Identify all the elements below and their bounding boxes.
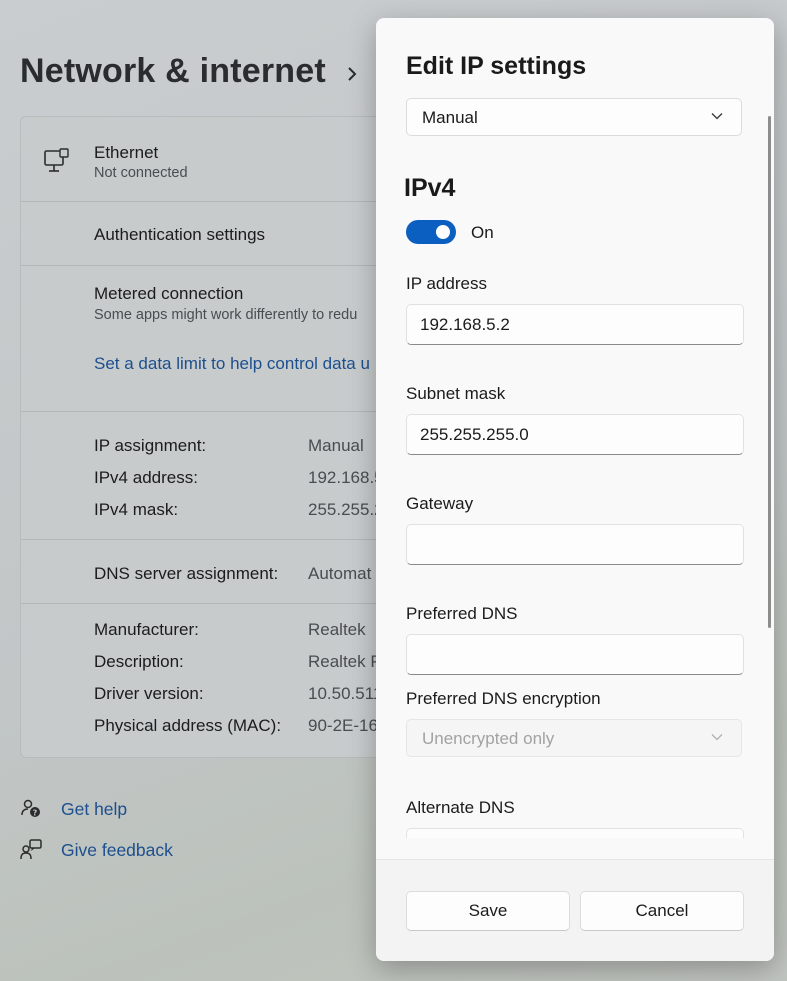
ip-address-input[interactable]	[406, 304, 744, 345]
subnet-mask-label: Subnet mask	[406, 384, 506, 403]
ip-mode-select[interactable]: Manual	[406, 98, 742, 136]
alternate-dns-input[interactable]	[406, 828, 744, 838]
save-button[interactable]: Save	[406, 891, 570, 931]
manufacturer-label: Manufacturer:	[94, 620, 199, 639]
data-limit-link[interactable]: Set a data limit to help control data u	[94, 354, 370, 374]
page-title: Network & internet	[20, 52, 326, 90]
manufacturer-value: Realtek	[308, 620, 366, 639]
ipv4-mask-label: IPv4 mask:	[94, 500, 179, 519]
metered-description: Some apps might work differently to redu	[94, 307, 358, 323]
hardware-info-section: Manufacturer: Realtek Description: Realt…	[21, 603, 401, 757]
ethernet-status: Not connected	[94, 165, 188, 181]
preferred-dns-input[interactable]	[406, 634, 744, 675]
get-help-label: Get help	[61, 798, 128, 819]
ipv4-toggle[interactable]	[406, 220, 456, 244]
ip-address-label: IP address	[406, 274, 487, 293]
preferred-dns-encryption-select: Unencrypted only	[406, 719, 742, 757]
cancel-button[interactable]: Cancel	[580, 891, 744, 931]
ipv4-address-value: 192.168.5	[308, 468, 384, 487]
chevron-right-icon[interactable]	[344, 62, 360, 86]
give-feedback-label: Give feedback	[61, 839, 173, 860]
description-label: Description:	[94, 652, 184, 671]
ip-mode-value: Manual	[422, 108, 478, 127]
alternate-dns-label: Alternate DNS	[406, 798, 515, 817]
ipv4-heading: IPv4	[404, 174, 456, 202]
dns-assignment-value: Automat	[308, 564, 372, 583]
ipv4-mask-value: 255.255.2	[308, 500, 384, 519]
ip-info-section: IP assignment: Manual IPv4 address: 192.…	[21, 411, 401, 540]
description-value: Realtek P	[308, 652, 382, 671]
edit-ip-settings-dialog: Edit IP settings Manual IPv4 On IP addre…	[376, 18, 774, 961]
metered-connection-section: Metered connection Some apps might work …	[21, 265, 401, 412]
dns-assignment-label: DNS server assignment:	[94, 564, 279, 583]
gateway-label: Gateway	[406, 494, 474, 513]
ip-assignment-value: Manual	[308, 436, 364, 455]
ethernet-name: Ethernet	[94, 143, 159, 162]
chevron-down-icon	[711, 734, 723, 741]
ipv4-toggle-label: On	[471, 223, 494, 242]
preferred-dns-label: Preferred DNS	[406, 604, 518, 623]
gateway-input[interactable]	[406, 524, 744, 565]
preferred-dns-encryption-label: Preferred DNS encryption	[406, 689, 601, 708]
feedback-icon	[20, 839, 42, 860]
svg-text:?: ?	[33, 808, 38, 817]
dialog-title: Edit IP settings	[406, 52, 587, 80]
preferred-dns-encryption-value: Unencrypted only	[422, 729, 555, 748]
toggle-knob	[436, 225, 450, 239]
ipv4-address-label: IPv4 address:	[94, 468, 198, 487]
metered-title: Metered connection	[94, 284, 244, 303]
driver-version-label: Driver version:	[94, 684, 204, 703]
give-feedback-link[interactable]: Give feedback	[20, 839, 173, 861]
dialog-scrollbar[interactable]	[768, 116, 771, 628]
chevron-down-icon	[711, 113, 723, 120]
ethernet-properties-card: Ethernet Not connected Authentication se…	[20, 116, 402, 758]
get-help-link[interactable]: ? Get help	[20, 798, 127, 820]
ip-assignment-label: IP assignment:	[94, 436, 207, 455]
dns-assignment-section: DNS server assignment: Automat	[21, 539, 401, 604]
ethernet-icon	[44, 148, 69, 172]
help-person-icon: ?	[21, 799, 40, 817]
subnet-mask-input[interactable]	[406, 414, 744, 455]
auth-settings-label: Authentication settings	[94, 225, 266, 244]
auth-settings-row[interactable]: Authentication settings	[21, 201, 401, 266]
mac-address-label: Physical address (MAC):	[94, 716, 282, 735]
mac-address-value: 90-2E-16	[308, 716, 378, 735]
